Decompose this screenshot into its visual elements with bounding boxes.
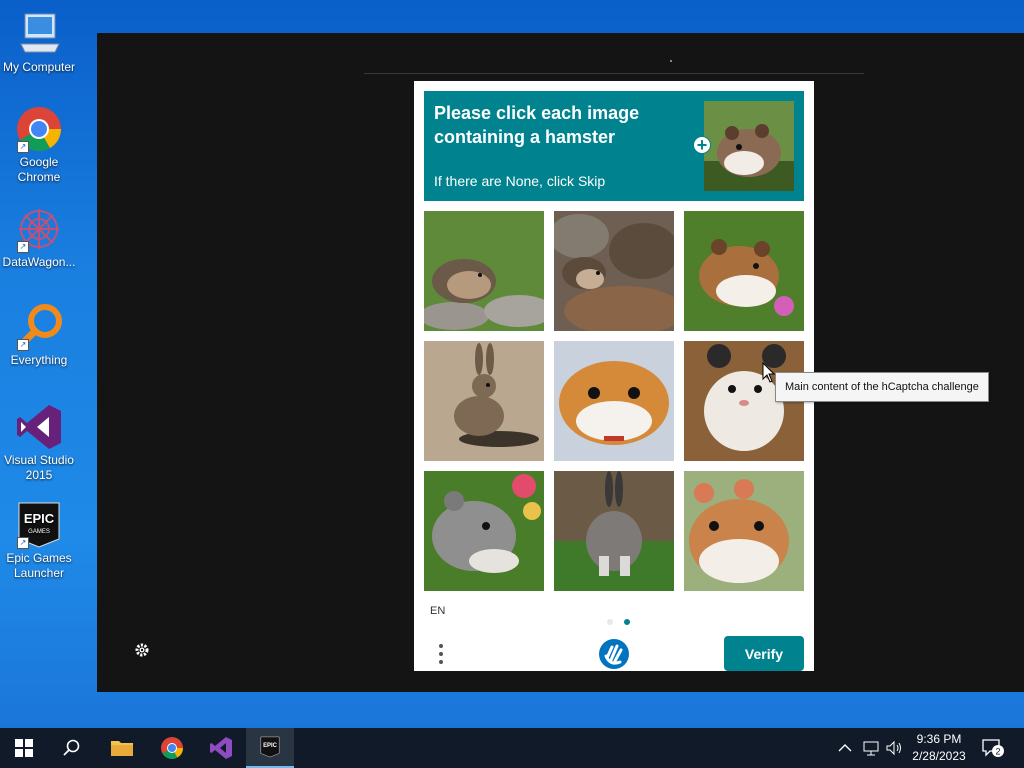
datawagon-icon: ↗ (15, 205, 63, 253)
sample-image (704, 101, 794, 191)
desktop-icon-epic-games[interactable]: EPIC GAMES ↗ Epic Games Launcher (0, 501, 78, 581)
window-divider (364, 73, 864, 74)
search-icon[interactable] (48, 728, 96, 768)
window-dot (670, 60, 672, 62)
show-hidden-icons-icon[interactable] (838, 728, 852, 768)
chrome-icon[interactable] (148, 728, 196, 768)
page-indicator (607, 612, 637, 630)
page-dot (607, 619, 613, 625)
svg-text:EPIC: EPIC (24, 511, 55, 526)
challenge-prompt: Please click each image containing a ham… (424, 91, 804, 201)
challenge-tile-7[interactable] (424, 471, 544, 591)
expand-sample-icon[interactable]: + (693, 136, 711, 154)
prompt-subtitle: If there are None, click Skip (434, 173, 606, 189)
page-dot-active (624, 619, 631, 625)
desktop-icon-label: Visual Studio 2015 (4, 453, 74, 482)
challenge-tile-5[interactable] (554, 341, 674, 461)
chrome-icon: ↗ (15, 105, 63, 153)
epic-games-icon: EPIC GAMES ↗ (15, 501, 63, 549)
challenge-tile-4[interactable] (424, 341, 544, 461)
network-icon[interactable] (862, 728, 880, 768)
desktop-icon-my-computer[interactable]: My Computer (0, 10, 78, 75)
taskbar: EPIC 9:36 PM 2/28/2023 2 (0, 728, 1024, 768)
file-explorer-icon[interactable] (98, 728, 146, 768)
challenge-tile-9[interactable] (684, 471, 804, 591)
desktop-icon-label: Epic Games Launcher (6, 551, 72, 580)
notification-count: 2 (995, 747, 1000, 757)
system-clock[interactable]: 9:36 PM 2/28/2023 (905, 731, 973, 765)
svg-text:EPIC: EPIC (263, 743, 278, 749)
clock-time: 9:36 PM (916, 732, 962, 746)
desktop-icon-datawagon[interactable]: ↗ DataWagon... (0, 205, 78, 270)
hcaptcha-logo-icon (598, 638, 630, 670)
epic-games-icon[interactable]: EPIC (246, 728, 294, 768)
gear-icon[interactable] (134, 642, 150, 663)
start-icon[interactable] (0, 728, 48, 768)
computer-icon (15, 10, 63, 58)
challenge-tile-2[interactable] (554, 211, 674, 331)
volume-icon[interactable] (885, 728, 903, 768)
mouse-cursor-icon (762, 361, 776, 389)
challenge-tile-3[interactable] (684, 211, 804, 331)
language-selector[interactable]: EN (430, 605, 445, 617)
everything-search-icon: ↗ (15, 303, 63, 351)
visual-studio-icon (15, 403, 63, 451)
more-options-icon[interactable] (434, 641, 448, 669)
desktop-icon-google-chrome[interactable]: ↗ Google Chrome (0, 105, 78, 185)
desktop-icon-label: Google Chrome (17, 155, 61, 184)
desktop-icon-everything[interactable]: ↗ Everything (0, 303, 78, 368)
desktop-icon-visual-studio[interactable]: Visual Studio 2015 (0, 403, 78, 483)
verify-button[interactable]: Verify (724, 636, 804, 671)
desktop-icon-label: My Computer (2, 60, 76, 74)
desktop-icon-label: DataWagon... (2, 255, 76, 269)
prompt-title: Please click each image containing a ham… (434, 103, 640, 147)
visual-studio-icon[interactable] (197, 728, 245, 768)
challenge-tile-1[interactable] (424, 211, 544, 331)
notification-center-icon[interactable]: 2 (982, 728, 1004, 768)
clock-date: 2/28/2023 (912, 749, 966, 763)
svg-text:GAMES: GAMES (28, 529, 50, 535)
tooltip: Main content of the hCaptcha challenge (775, 372, 989, 402)
hcaptcha-challenge: Please click each image containing a ham… (414, 81, 814, 671)
challenge-tile-8[interactable] (554, 471, 674, 591)
desktop-icon-label: Everything (10, 353, 68, 367)
